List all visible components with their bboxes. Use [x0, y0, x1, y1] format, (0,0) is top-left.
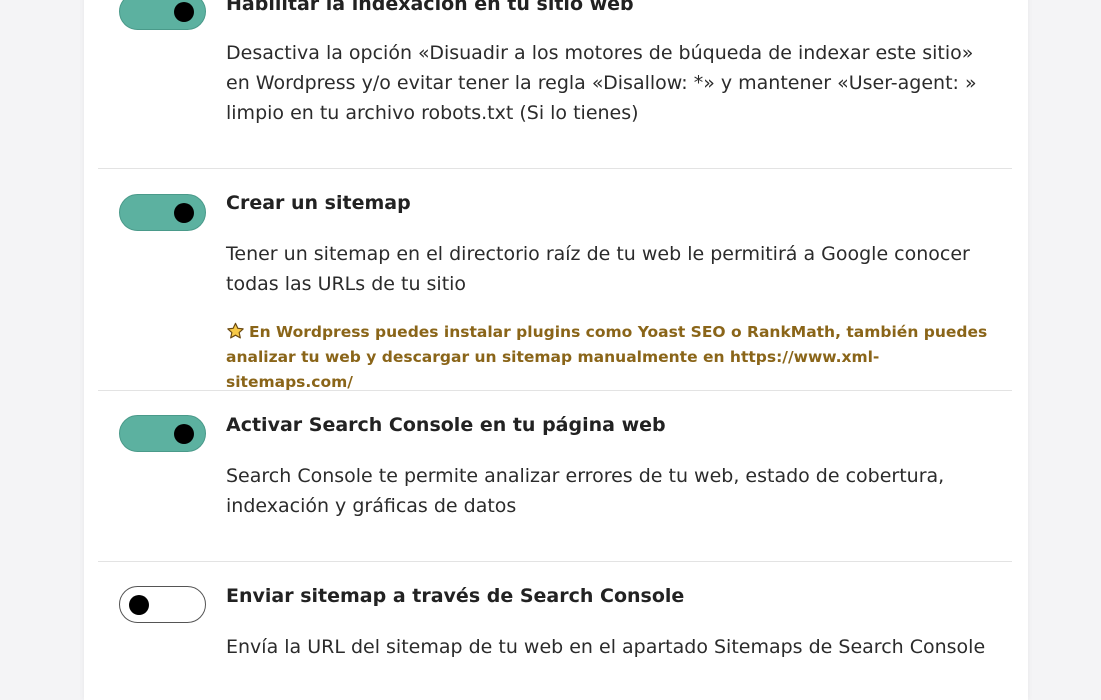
toggle-switch[interactable]: [119, 415, 206, 452]
divider: [98, 390, 1012, 391]
checklist-item-title: Habilitar la indexación en tu sitio web: [226, 0, 634, 15]
divider: [98, 561, 1012, 562]
checklist-item-description: Tener un sitemap en el directorio raíz d…: [226, 243, 970, 295]
toggle-knob: [174, 203, 194, 223]
checklist-item-description: Envía la URL del sitemap de tu web en el…: [226, 636, 986, 658]
tip-text: En Wordpress puedes instalar plugins com…: [226, 323, 988, 391]
toggle-knob: [174, 2, 194, 22]
checklist-item-description: Desactiva la opción «Disuadir a los moto…: [226, 42, 977, 124]
checklist-item-title: Activar Search Console en tu página web: [226, 414, 666, 436]
checklist-item-description: Search Console te permite analizar error…: [226, 465, 945, 517]
checklist-item-title: Enviar sitemap a través de Search Consol…: [226, 585, 685, 607]
toggle-switch[interactable]: [119, 0, 206, 30]
divider: [98, 168, 1012, 169]
toggle-switch[interactable]: [119, 586, 206, 623]
tip-note: En Wordpress puedes instalar plugins com…: [226, 320, 996, 395]
toggle-knob: [174, 424, 194, 444]
toggle-knob: [129, 595, 149, 615]
checklist-item-title: Crear un sitemap: [226, 192, 411, 214]
star-icon: [227, 322, 244, 339]
toggle-switch[interactable]: [119, 194, 206, 231]
